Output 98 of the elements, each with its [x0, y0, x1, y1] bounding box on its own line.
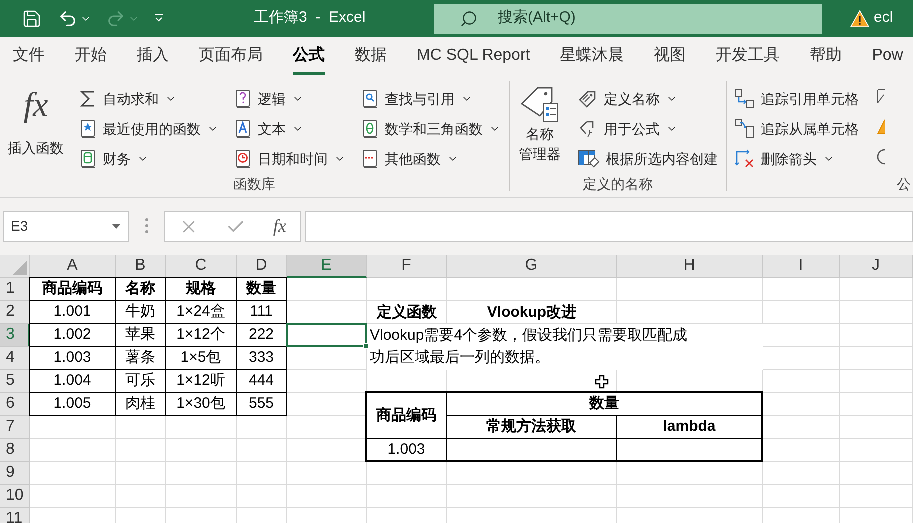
ribbon-button[interactable]: 根据所选内容创建: [578, 144, 718, 174]
cell-reference: E3: [11, 217, 28, 236]
row-header[interactable]: 10: [0, 485, 30, 508]
group-label: 函数库: [234, 175, 276, 194]
table-cell: 1.005: [29, 392, 116, 416]
ribbon-button[interactable]: 逻辑: [235, 84, 346, 114]
ribbon-tab[interactable]: 开发工具: [716, 37, 780, 75]
table-cell: 555: [236, 392, 287, 416]
row-header[interactable]: 7: [0, 416, 30, 439]
row-header[interactable]: 1: [0, 278, 30, 301]
cell-text: 定义函数: [377, 302, 437, 322]
ribbon-button[interactable]: 查找与引用: [362, 84, 501, 114]
select-all-icon[interactable]: [13, 261, 27, 275]
cell-text: Vlookup改进: [487, 302, 577, 322]
cursor-icon: [595, 374, 609, 388]
star-book-icon: [80, 119, 97, 139]
formula-input[interactable]: [305, 211, 913, 242]
question-book-icon: [235, 89, 252, 109]
column-header[interactable]: J: [840, 255, 913, 278]
cell-text: Vlookup需要4个参数，假设我们只需要取匹配成功后区域最后一列的数据。: [370, 327, 688, 366]
ribbon-button[interactable]: 财务: [80, 144, 219, 174]
warning-icon: [877, 118, 885, 136]
ribbon-tab[interactable]: 星蝶沐晨: [560, 37, 624, 75]
column-header[interactable]: F: [367, 255, 447, 278]
column-header[interactable]: E: [287, 255, 367, 278]
ribbon-button[interactable]: 自动求和: [80, 84, 219, 114]
account-name: ecl: [874, 8, 894, 28]
group-label: 定义的名称: [583, 175, 653, 194]
ribbon-button[interactable]: 数学和三角函数: [362, 114, 501, 144]
drag-handle-icon: [145, 218, 149, 234]
cylinder-book-icon: [80, 149, 97, 169]
corner-header[interactable]: [0, 255, 30, 278]
table-tag-icon: [578, 149, 600, 169]
trace-arrow-icon: [735, 89, 755, 109]
table-cell: 数量: [236, 277, 287, 301]
row-header[interactable]: 4: [0, 347, 30, 370]
row-header[interactable]: 11: [0, 508, 30, 523]
row-header[interactable]: 6: [0, 393, 30, 416]
ribbon-tab[interactable]: 页面布局: [199, 37, 263, 75]
search-field[interactable]: 搜索(Alt+Q): [434, 4, 822, 34]
row-header[interactable]: 2: [0, 301, 30, 324]
ribbon-tab[interactable]: 文件: [13, 37, 45, 75]
warning-icon: [850, 10, 870, 28]
ribbon-button[interactable]: 追踪引用单元格: [735, 84, 859, 114]
column-header[interactable]: B: [116, 255, 166, 278]
ribbon-button[interactable]: 最近使用的函数: [80, 114, 219, 144]
customize-icon: [154, 14, 164, 23]
ribbon-tab[interactable]: Pow: [872, 37, 904, 75]
ribbon-tab[interactable]: 插入: [137, 37, 169, 75]
tag-icon: [578, 89, 598, 109]
ribbon-button[interactable]: 删除箭头: [735, 144, 859, 174]
oval-book-icon: [362, 119, 379, 139]
fill-handle[interactable]: [363, 343, 369, 349]
ribbon-tab[interactable]: 开始: [75, 37, 107, 75]
column-header[interactable]: G: [447, 255, 617, 278]
letter-a-book-icon: [235, 119, 252, 139]
insert-function-button[interactable]: fx: [273, 213, 286, 240]
save-icon: [22, 8, 42, 28]
ribbon-button[interactable]: 定义名称: [578, 84, 718, 114]
ribbon-tab[interactable]: 数据: [355, 37, 387, 75]
ribbon-button[interactable]: 用于公式: [578, 114, 718, 144]
column-header[interactable]: I: [763, 255, 840, 278]
ribbon-tab[interactable]: 视图: [654, 37, 686, 75]
trace-arrow-icon: [735, 119, 755, 139]
ribbon-large-button[interactable]: fx 插入函数: [8, 84, 64, 174]
dropdown-arrow-icon: [112, 224, 121, 229]
ribbon-button[interactable]: 文本: [235, 114, 346, 144]
search-icon: [460, 10, 478, 28]
ribbon-tab[interactable]: MC SQL Report: [417, 37, 530, 75]
row-header[interactable]: 8: [0, 439, 30, 462]
name-box[interactable]: E3: [3, 211, 129, 242]
column-header[interactable]: A: [30, 255, 116, 278]
ribbon-button[interactable]: 追踪从属单元格: [735, 114, 859, 144]
button-label: 名称: [526, 125, 554, 144]
table-cell: 商品编码: [29, 277, 116, 301]
dots-book-icon: [362, 149, 379, 169]
group-label: 公: [897, 175, 911, 194]
undo-icon: [58, 8, 78, 28]
magnifier-book-icon: [362, 89, 379, 109]
sum-icon: [80, 90, 97, 108]
ribbon-button[interactable]: 日期和时间: [235, 144, 346, 174]
ribbon-large-button[interactable]: 名称 管理器: [518, 84, 562, 174]
button-label: 插入函数: [8, 139, 64, 158]
column-header[interactable]: H: [617, 255, 763, 278]
clock-book-icon: [235, 149, 252, 169]
row-header[interactable]: 3: [0, 324, 30, 347]
row-header[interactable]: 5: [0, 370, 30, 393]
ribbon-tab[interactable]: 帮助: [810, 37, 842, 75]
function-icon: fx: [24, 86, 48, 126]
row-header[interactable]: 9: [0, 462, 30, 485]
search-input[interactable]: 搜索(Alt+Q): [498, 8, 698, 30]
ribbon-button[interactable]: 其他函数: [362, 144, 501, 174]
remove-arrows-icon: [735, 149, 755, 169]
column-header[interactable]: D: [237, 255, 287, 278]
window-title: 工作簿3 - Excel: [254, 8, 367, 28]
button-label: 管理器: [519, 145, 561, 164]
column-header[interactable]: C: [166, 255, 237, 278]
redo-icon: [106, 8, 126, 28]
